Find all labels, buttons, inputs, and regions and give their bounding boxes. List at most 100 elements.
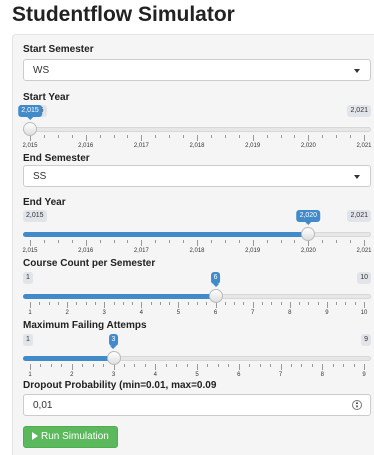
slider-tick bbox=[364, 240, 365, 246]
slider-tick bbox=[364, 135, 365, 141]
slider-minor-tick bbox=[353, 364, 355, 367]
slider-minor-tick bbox=[113, 135, 115, 138]
slider-handle[interactable] bbox=[106, 351, 121, 365]
slider-tick-label: 2,021 bbox=[356, 248, 372, 254]
slider-tick-label: 10 bbox=[360, 310, 368, 316]
slider-minor-tick bbox=[308, 302, 310, 305]
slider-tick bbox=[238, 364, 240, 370]
slider-min-label: 1 bbox=[23, 272, 33, 284]
slider-tick-label: 3 bbox=[102, 310, 106, 316]
slider-tick-label: 5 bbox=[195, 372, 199, 378]
slider-minor-tick bbox=[169, 240, 171, 243]
slider-minor-tick bbox=[61, 364, 63, 367]
chevron-down-icon bbox=[354, 175, 360, 179]
slider-minor-tick bbox=[280, 135, 282, 138]
slider-minor-tick bbox=[113, 302, 115, 305]
start-semester-select[interactable]: WS bbox=[23, 59, 371, 81]
slider-tick-label: 1 bbox=[28, 372, 32, 378]
course-count-slider[interactable]: 1 10 6 1 2 3 4 5 6 7 8 9 10 bbox=[23, 272, 371, 320]
slider-handle[interactable] bbox=[208, 289, 223, 303]
slider-tick bbox=[326, 302, 328, 308]
end-semester-select[interactable]: SS bbox=[23, 165, 371, 187]
course-count-label: Course Count per Semester bbox=[23, 258, 156, 269]
slider-tick bbox=[71, 364, 73, 370]
end-semester-label: End Semester bbox=[23, 153, 90, 164]
slider-minor-tick bbox=[99, 240, 101, 243]
slider-track[interactable] bbox=[23, 127, 371, 132]
slider-minor-tick bbox=[165, 364, 167, 367]
slider-tick-label: 8 bbox=[320, 372, 324, 378]
dropout-input[interactable]: 0,01 ▴ ▾ bbox=[23, 394, 371, 416]
slider-tick bbox=[155, 364, 157, 370]
slider-fill bbox=[23, 356, 114, 361]
slider-minor-tick bbox=[290, 364, 292, 367]
slider-minor-tick bbox=[270, 364, 272, 367]
slider-minor-tick bbox=[113, 240, 115, 243]
slider-minor-tick bbox=[322, 135, 324, 138]
slider-tick bbox=[85, 135, 87, 141]
slider-handle[interactable] bbox=[301, 227, 316, 241]
start-year-slider[interactable]: 2,0152,0212,0152,0152,0162,0172,0182,019… bbox=[18, 105, 372, 153]
slider-minor-tick bbox=[350, 135, 352, 138]
slider-minor-tick bbox=[228, 364, 230, 367]
slider-minor-tick bbox=[234, 302, 236, 305]
run-simulation-label: Run Simulation bbox=[41, 431, 109, 442]
slider-minor-tick bbox=[103, 364, 105, 367]
slider-tick-label: 6 bbox=[237, 372, 241, 378]
slider-tick bbox=[141, 135, 143, 141]
slider-minor-tick bbox=[317, 302, 319, 305]
slider-tick bbox=[104, 302, 106, 308]
max-failing-slider[interactable]: 1 9 3 1 2 3 4 5 6 7 8 9 bbox=[23, 334, 371, 382]
run-simulation-button[interactable]: Run Simulation bbox=[23, 426, 118, 448]
slider-tick-label: 2,019 bbox=[245, 143, 261, 149]
slider-tick-label: 5 bbox=[176, 310, 181, 316]
slider-minor-tick bbox=[336, 302, 338, 305]
slider-max-label: 10 bbox=[357, 272, 371, 284]
slider-minor-tick bbox=[299, 302, 301, 305]
slider-minor-tick bbox=[144, 364, 146, 367]
slider-minor-tick bbox=[238, 135, 240, 138]
slider-minor-tick bbox=[280, 302, 282, 305]
slider-minor-tick bbox=[122, 302, 124, 305]
slider-tick bbox=[252, 302, 254, 308]
slider-minor-tick bbox=[169, 135, 171, 138]
slider-min-label: 2,015 bbox=[23, 210, 47, 222]
slider-minor-tick bbox=[280, 240, 282, 243]
slider-minor-tick bbox=[134, 364, 136, 367]
slider-tick-label: 9 bbox=[362, 372, 366, 378]
slider-grid: 2,015 2,016 2,017 2,018 2,019 2,020 2,021 bbox=[22, 240, 372, 258]
slider-tick bbox=[30, 364, 31, 370]
dropout-value: 0,01 bbox=[33, 400, 53, 411]
slider-tick bbox=[280, 364, 282, 370]
spinner-icon[interactable]: ▴ ▾ bbox=[352, 400, 362, 410]
slider-minor-tick bbox=[271, 302, 273, 305]
slider-minor-tick bbox=[345, 302, 347, 305]
slider-minor-tick bbox=[127, 135, 129, 138]
slider-tick bbox=[85, 240, 87, 246]
slider-minor-tick bbox=[132, 302, 134, 305]
slider-minor-tick bbox=[40, 364, 42, 367]
slider-minor-tick bbox=[150, 302, 152, 305]
slider-tick-label: 2,016 bbox=[78, 143, 94, 149]
slider-minor-tick bbox=[354, 302, 356, 305]
slider-minor-tick bbox=[206, 302, 208, 305]
end-year-slider[interactable]: 2,015 2,021 2,020 2,015 2,016 2,017 2,018 2,019… bbox=[22, 210, 372, 258]
end-semester-value: SS bbox=[33, 171, 47, 182]
slider-minor-tick bbox=[176, 364, 178, 367]
slider-minor-tick bbox=[224, 135, 226, 138]
slider-handle[interactable] bbox=[23, 122, 37, 136]
slider-minor-tick bbox=[210, 135, 212, 138]
slider-tick-label: 2,018 bbox=[189, 248, 205, 254]
slider-tick-label: 2,021 bbox=[356, 143, 372, 149]
start-semester-label: Start Semester bbox=[23, 44, 94, 55]
slider-tick-label: 2,018 bbox=[189, 143, 205, 149]
slider-minor-tick bbox=[183, 135, 185, 138]
slider-grid: 1 2 3 4 5 6 7 8 9 10 bbox=[23, 302, 371, 320]
slider-tick bbox=[364, 302, 365, 308]
slider-tick bbox=[252, 135, 254, 141]
slider-value-label: 3 bbox=[108, 334, 119, 349]
slider-tick bbox=[308, 135, 310, 141]
slider-fill bbox=[23, 294, 216, 299]
slider-minor-tick bbox=[261, 302, 263, 305]
slider-minor-tick bbox=[186, 364, 188, 367]
